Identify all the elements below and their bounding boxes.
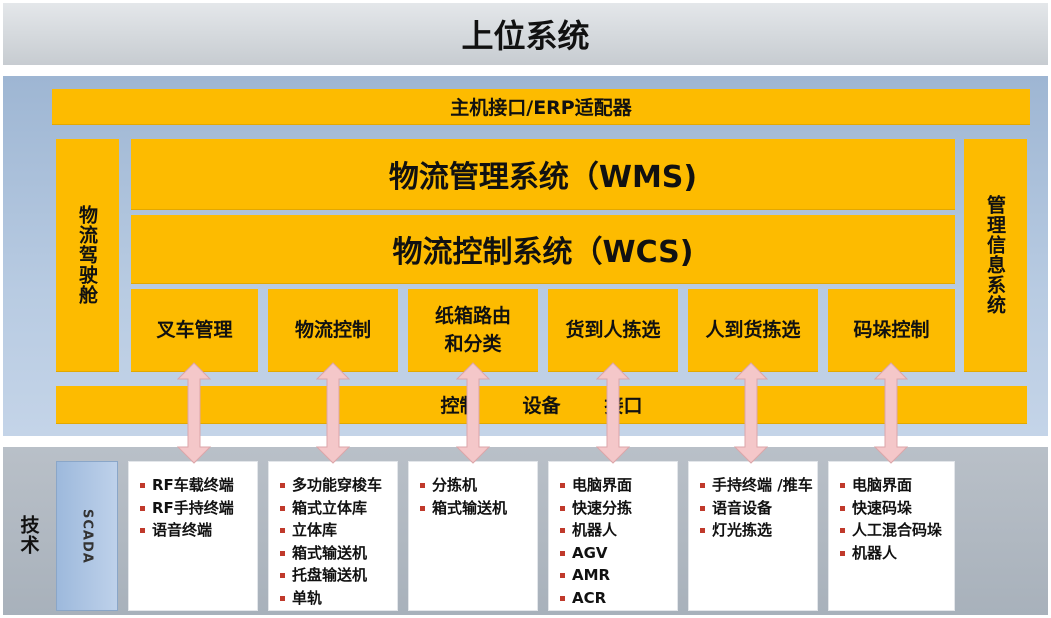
scada-label: SCADA [79, 508, 95, 564]
control-bar-word: 设备 [522, 395, 561, 417]
device-box: 电脑界面 快速码垛 人工混合码垛 机器人 [828, 461, 955, 611]
subsystem-label: 人到货拣选 [705, 319, 801, 341]
right-side-box: 管理信息系统 [964, 139, 1027, 372]
top-system-banner: 上位系统 [3, 3, 1048, 65]
subsystem-label: 和分类 [444, 333, 502, 355]
list-item: 手持终端 /推车 [699, 474, 817, 497]
subsystem-label: 码垛控制 [853, 319, 930, 341]
subsystem-label: 物流控制 [294, 319, 371, 341]
list-item: 箱式输送机 [279, 542, 397, 565]
list-item: 机器人 [839, 542, 954, 565]
host-interface-label: 主机接口/ERP适配器 [450, 97, 632, 119]
tech-label-box: 技术 [14, 500, 44, 570]
subsystem-label: 叉车管理 [156, 319, 233, 341]
wcs-label: 物流控制系统（WCS) [392, 235, 694, 270]
list-item: 单轨 [279, 587, 397, 610]
top-system-label: 上位系统 [461, 17, 590, 55]
subsystem-box: 货到人拣选 [548, 289, 678, 372]
subsystem-box: 码垛控制 [828, 289, 955, 372]
device-box: 电脑界面 快速分拣 机器人 AGV AMR ACR [548, 461, 678, 611]
list-item: 托盘输送机 [279, 564, 397, 587]
list-item: 多功能穿梭车 [279, 474, 397, 497]
list-item: 语音终端 [139, 519, 257, 542]
double-arrow-icon [316, 362, 350, 464]
right-side-label: 管理信息系统 [984, 195, 1006, 315]
list-item: RF车载终端 [139, 474, 257, 497]
list-item: 箱式立体库 [279, 497, 397, 520]
list-item: AMR [559, 564, 677, 587]
list-item: RF手持终端 [139, 497, 257, 520]
subsystem-box: 物流控制 [268, 289, 398, 372]
list-item: AGV [559, 542, 677, 565]
wcs-box: 物流控制系统（WCS) [131, 215, 955, 284]
device-box: 分拣机 箱式输送机 [408, 461, 538, 611]
scada-box: SCADA [56, 461, 118, 611]
subsystem-label: 纸箱路由 [434, 305, 511, 327]
tech-label: 技术 [17, 515, 40, 555]
list-item: 语音设备 [699, 497, 817, 520]
device-box: 多功能穿梭车 箱式立体库 立体库 箱式输送机 托盘输送机 单轨 [268, 461, 398, 611]
list-item: 箱式输送机 [419, 497, 537, 520]
left-side-label: 物流驾驶舱 [76, 205, 98, 305]
list-item: 快速分拣 [559, 497, 677, 520]
list-item: ACR [559, 587, 677, 610]
list-item: 电脑界面 [559, 474, 677, 497]
wms-box: 物流管理系统（WMS) [131, 139, 955, 210]
list-item: 机器人 [559, 519, 677, 542]
subsystem-box: 叉车管理 [131, 289, 258, 372]
left-side-box: 物流驾驶舱 [56, 139, 119, 372]
double-arrow-icon [874, 362, 908, 464]
double-arrow-icon [456, 362, 490, 464]
list-item: 人工混合码垛 [839, 519, 954, 542]
list-item: 快速码垛 [839, 497, 954, 520]
subsystem-box: 纸箱路由 和分类 [408, 289, 538, 372]
double-arrow-icon [177, 362, 211, 464]
subsystem-label: 货到人拣选 [565, 319, 661, 341]
host-interface-bar: 主机接口/ERP适配器 [52, 89, 1030, 125]
double-arrow-icon [596, 362, 630, 464]
device-box: 手持终端 /推车 语音设备 灯光拣选 [688, 461, 818, 611]
subsystem-box: 人到货拣选 [688, 289, 818, 372]
list-item: 灯光拣选 [699, 519, 817, 542]
list-item: 电脑界面 [839, 474, 954, 497]
list-item: 分拣机 [419, 474, 537, 497]
list-item: 立体库 [279, 519, 397, 542]
device-box: RF车载终端 RF手持终端 语音终端 [128, 461, 258, 611]
double-arrow-icon [734, 362, 768, 464]
wms-label: 物流管理系统（WMS) [388, 160, 698, 195]
